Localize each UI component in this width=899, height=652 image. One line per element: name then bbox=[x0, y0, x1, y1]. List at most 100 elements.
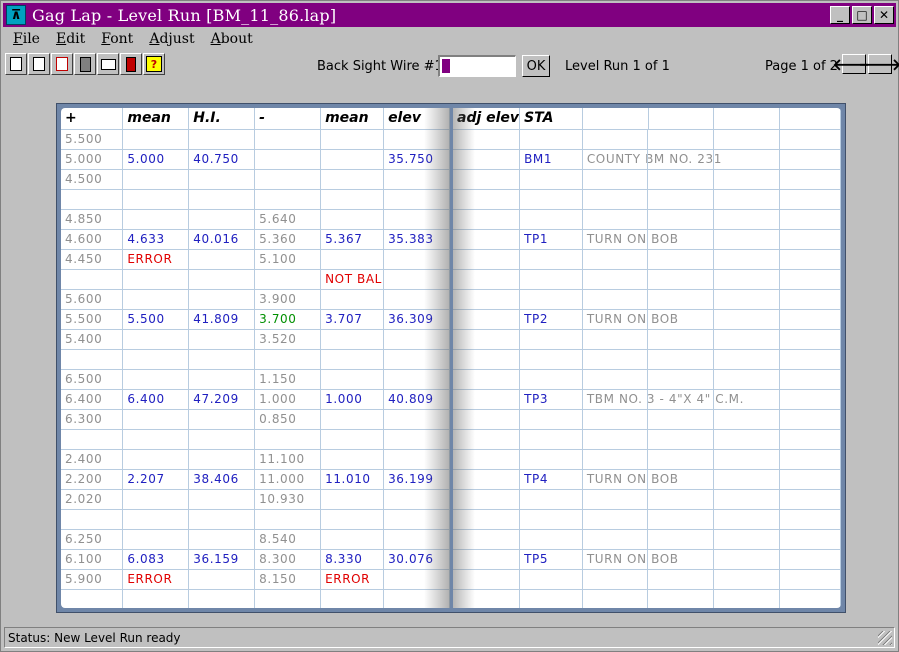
table-cell[interactable] bbox=[188, 129, 256, 150]
column-header[interactable]: STA bbox=[519, 108, 583, 130]
table-cell[interactable] bbox=[453, 129, 521, 150]
table-cell[interactable]: 4.600 bbox=[61, 229, 124, 250]
table-cell[interactable]: 4.450 bbox=[61, 249, 124, 270]
table-cell[interactable] bbox=[320, 489, 385, 510]
column-header[interactable]: mean bbox=[320, 108, 385, 130]
table-cell[interactable]: 4.500 bbox=[61, 169, 124, 190]
table-cell[interactable] bbox=[254, 189, 322, 210]
help-button[interactable]: ? bbox=[143, 53, 165, 75]
table-cell[interactable] bbox=[582, 409, 841, 430]
table-cell[interactable]: 3.700 bbox=[254, 309, 322, 330]
table-cell[interactable] bbox=[582, 209, 841, 230]
table-cell[interactable] bbox=[383, 129, 450, 150]
table-cell[interactable]: 6.400 bbox=[122, 389, 190, 410]
table-cell[interactable] bbox=[453, 189, 521, 210]
table-cell[interactable] bbox=[453, 349, 521, 370]
table-cell[interactable] bbox=[519, 589, 583, 608]
table-cell[interactable] bbox=[320, 589, 385, 608]
table-cell[interactable] bbox=[188, 529, 256, 550]
column-header[interactable]: elev bbox=[383, 108, 450, 130]
table-cell[interactable] bbox=[254, 509, 322, 530]
table-cell[interactable] bbox=[188, 329, 256, 350]
table-cell[interactable] bbox=[188, 429, 256, 450]
minimize-button[interactable]: _ bbox=[830, 6, 850, 24]
table-cell[interactable]: 6.500 bbox=[61, 369, 124, 390]
table-cell[interactable] bbox=[519, 349, 583, 370]
table-cell[interactable] bbox=[582, 529, 841, 550]
table-cell[interactable] bbox=[453, 529, 521, 550]
table-cell[interactable] bbox=[383, 289, 450, 310]
table-cell[interactable]: 2.400 bbox=[61, 449, 124, 470]
table-cell[interactable] bbox=[582, 289, 841, 310]
table-cell[interactable] bbox=[61, 509, 124, 530]
table-cell[interactable] bbox=[453, 569, 521, 590]
table-cell[interactable] bbox=[320, 149, 385, 170]
table-cell[interactable] bbox=[453, 269, 521, 290]
table-cell[interactable] bbox=[61, 269, 124, 290]
column-header[interactable]: mean bbox=[122, 108, 190, 130]
table-cell[interactable] bbox=[582, 169, 841, 190]
table-cell[interactable] bbox=[519, 129, 583, 150]
table-cell[interactable] bbox=[582, 509, 841, 530]
table-cell[interactable] bbox=[61, 429, 124, 450]
table-cell[interactable]: TP1 bbox=[519, 229, 583, 250]
table-cell[interactable] bbox=[122, 129, 190, 150]
table-cell[interactable] bbox=[188, 509, 256, 530]
table-cell[interactable] bbox=[188, 489, 256, 510]
table-cell[interactable]: 1.000 bbox=[254, 389, 322, 410]
table-cell[interactable] bbox=[453, 389, 521, 410]
table-cell[interactable]: 35.383 bbox=[383, 229, 450, 250]
table-cell[interactable] bbox=[320, 529, 385, 550]
table-cell[interactable] bbox=[320, 429, 385, 450]
table-cell[interactable] bbox=[254, 349, 322, 370]
table-cell[interactable]: 36.159 bbox=[188, 549, 256, 570]
table-cell[interactable] bbox=[320, 349, 385, 370]
table-cell[interactable] bbox=[453, 329, 521, 350]
table-cell[interactable] bbox=[519, 529, 583, 550]
table-cell[interactable] bbox=[320, 409, 385, 430]
table-cell[interactable] bbox=[453, 449, 521, 470]
table-cell[interactable] bbox=[383, 409, 450, 430]
device-button[interactable] bbox=[120, 53, 142, 75]
table-cell[interactable]: TP4 bbox=[519, 469, 583, 490]
table-cell[interactable]: 11.100 bbox=[254, 449, 322, 470]
table-cell[interactable] bbox=[254, 269, 322, 290]
table-cell[interactable] bbox=[122, 529, 190, 550]
table-cell[interactable] bbox=[122, 369, 190, 390]
table-cell[interactable] bbox=[383, 529, 450, 550]
table-cell[interactable] bbox=[383, 509, 450, 530]
table-cell[interactable]: 5.100 bbox=[254, 249, 322, 270]
table-cell[interactable] bbox=[254, 169, 322, 190]
maximize-button[interactable]: □ bbox=[852, 6, 872, 24]
table-cell[interactable]: 36.309 bbox=[383, 309, 450, 330]
table-cell[interactable]: 2.207 bbox=[122, 469, 190, 490]
surveyor-tripod-icon[interactable]: ⊼ bbox=[6, 5, 26, 25]
table-cell[interactable] bbox=[188, 589, 256, 608]
table-cell[interactable] bbox=[519, 289, 583, 310]
table-cell[interactable] bbox=[582, 269, 841, 290]
table-cell[interactable] bbox=[453, 309, 521, 330]
table-cell[interactable]: TURN ON BOB bbox=[582, 309, 841, 330]
table-cell[interactable] bbox=[519, 509, 583, 530]
table-cell[interactable]: 6.250 bbox=[61, 529, 124, 550]
table-cell[interactable] bbox=[122, 349, 190, 370]
table-cell[interactable] bbox=[383, 429, 450, 450]
table-cell[interactable] bbox=[519, 369, 583, 390]
table-cell[interactable] bbox=[383, 209, 450, 230]
table-cell[interactable] bbox=[320, 129, 385, 150]
table-cell[interactable] bbox=[582, 329, 841, 350]
table-cell[interactable]: 5.000 bbox=[122, 149, 190, 170]
table-cell[interactable] bbox=[453, 409, 521, 430]
column-header[interactable]: H.I. bbox=[188, 108, 256, 130]
table-cell[interactable] bbox=[320, 289, 385, 310]
column-header[interactable] bbox=[713, 108, 781, 130]
table-cell[interactable] bbox=[519, 269, 583, 290]
table-cell[interactable] bbox=[582, 449, 841, 470]
table-cell[interactable]: TP5 bbox=[519, 549, 583, 570]
table-cell[interactable] bbox=[122, 289, 190, 310]
table-cell[interactable]: 5.400 bbox=[61, 329, 124, 350]
table-cell[interactable]: 4.633 bbox=[122, 229, 190, 250]
table-cell[interactable]: ERROR bbox=[122, 569, 190, 590]
table-cell[interactable] bbox=[582, 369, 841, 390]
table-cell[interactable] bbox=[122, 189, 190, 210]
